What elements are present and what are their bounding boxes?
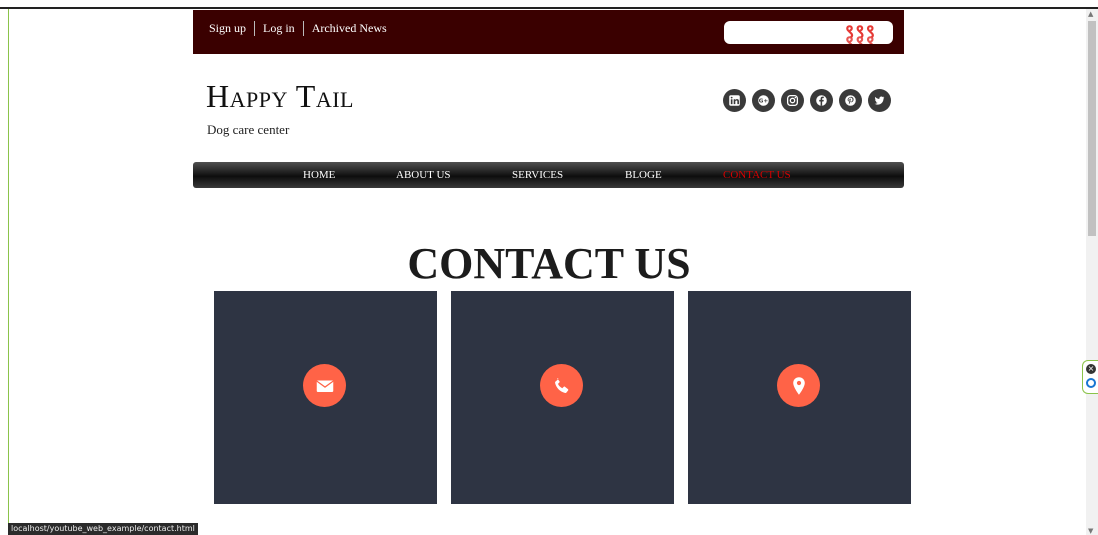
link-divider [254, 21, 256, 36]
signup-link[interactable]: Sign up [209, 21, 254, 36]
map-marker-icon[interactable] [777, 364, 820, 407]
scroll-down-icon[interactable]: ▼ [1088, 527, 1093, 535]
nav-home[interactable]: HOME [303, 169, 335, 181]
nav-services[interactable]: SERVICES [512, 169, 563, 181]
site-title[interactable]: Happy Tail [206, 78, 354, 115]
close-icon[interactable]: × [1086, 364, 1096, 374]
instagram-icon[interactable] [781, 89, 804, 112]
pinterest-icon[interactable] [839, 89, 862, 112]
archived-news-link[interactable]: Archived News [312, 21, 395, 36]
site-subtitle: Dog care center [207, 122, 290, 137]
captcha-text-shadow: ९९९ [845, 32, 877, 44]
search-input[interactable]: ९९९ ९९९ [724, 21, 893, 44]
account-links: Sign up Log in Archived News [209, 21, 395, 36]
twitter-icon[interactable] [868, 89, 891, 112]
captcha-image: ९९९ ९९९ [841, 21, 891, 44]
contact-card-location [688, 291, 911, 504]
nav-about-us[interactable]: ABOUT US [396, 169, 451, 181]
scrollbar-thumb[interactable] [1088, 21, 1096, 236]
envelope-icon[interactable] [303, 364, 346, 407]
link-divider [302, 21, 304, 36]
social-links: G+ [723, 89, 891, 112]
status-bar-url: localhost/youtube_web_example/contact.ht… [8, 523, 198, 535]
login-link[interactable]: Log in [263, 21, 303, 36]
page-scrollbar[interactable]: ▲ ▼ [1086, 9, 1098, 535]
phone-icon[interactable] [540, 364, 583, 407]
linkedin-icon[interactable] [723, 89, 746, 112]
scroll-up-icon[interactable]: ▲ [1088, 10, 1093, 18]
extension-side-widget[interactable]: × [1082, 360, 1098, 394]
window-top-border [0, 7, 1098, 9]
google-plus-icon[interactable]: G+ [752, 89, 775, 112]
nav-bloge[interactable]: BLOGE [625, 169, 662, 181]
contact-card-email [214, 291, 437, 504]
extension-icon[interactable] [1086, 378, 1096, 388]
svg-text:G+: G+ [759, 99, 769, 105]
page-title: CONTACT US [407, 239, 691, 288]
main-nav: HOME ABOUT US SERVICES BLOGE CONTACT US [193, 162, 904, 188]
contact-card-phone [451, 291, 674, 504]
nav-contact-us[interactable]: CONTACT US [723, 169, 791, 181]
top-bar: Sign up Log in Archived News ९९९ ९९९ [193, 10, 904, 54]
facebook-icon[interactable] [810, 89, 833, 112]
